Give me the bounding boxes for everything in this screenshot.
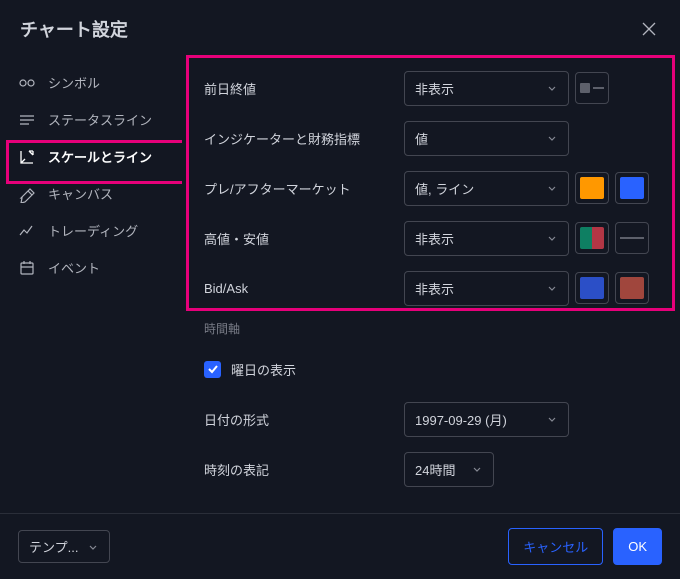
select-template[interactable]: テンプ... — [18, 530, 110, 563]
sidebar-item-label: シンボル — [48, 73, 100, 92]
chevron-down-icon — [546, 413, 558, 425]
row-dateformat: 日付の形式 1997-09-29 (月) — [204, 401, 662, 437]
sidebar-item-label: キャンバス — [48, 184, 113, 203]
check-icon — [207, 363, 219, 375]
sidebar-item-label: ステータスライン — [48, 110, 152, 129]
footer-actions: キャンセル OK — [508, 528, 662, 565]
select-dateformat[interactable]: 1997-09-29 (月) — [404, 402, 569, 437]
label-dateformat: 日付の形式 — [204, 410, 404, 429]
close-button[interactable] — [638, 18, 660, 40]
close-icon — [640, 20, 658, 38]
sidebar-item-trading[interactable]: トレーディング — [0, 212, 180, 249]
select-timeformat[interactable]: 24時間 — [404, 452, 494, 487]
symbol-icon — [18, 74, 36, 92]
chevron-down-icon — [87, 541, 99, 553]
sidebar: シンボル ステータスライン スケールとライン キャンバス トレーディング イベン… — [0, 56, 180, 513]
dialog-title: チャート設定 — [20, 16, 128, 42]
dialog-header: チャート設定 — [0, 0, 680, 56]
label-timeformat: 時刻の表記 — [204, 460, 404, 479]
sidebar-item-symbol[interactable]: シンボル — [0, 64, 180, 101]
sidebar-item-statusline[interactable]: ステータスライン — [0, 101, 180, 138]
ok-button[interactable]: OK — [613, 528, 662, 565]
row-dayofweek: 曜日の表示 — [204, 351, 662, 387]
chevron-down-icon — [471, 463, 483, 475]
highlight-sidebar-annotation — [6, 140, 182, 184]
dialog-footer: テンプ... キャンセル OK — [0, 513, 680, 579]
sidebar-item-events[interactable]: イベント — [0, 249, 180, 286]
canvas-icon — [18, 185, 36, 203]
statusline-icon — [18, 111, 36, 129]
sidebar-item-label: トレーディング — [48, 221, 138, 240]
sidebar-item-label: イベント — [48, 258, 100, 277]
label-dayofweek: 曜日の表示 — [231, 360, 296, 379]
highlight-main-annotation — [186, 55, 675, 311]
trading-icon — [18, 222, 36, 240]
section-heading-timeaxis: 時間軸 — [204, 320, 662, 337]
events-icon — [18, 259, 36, 277]
select-value: 1997-09-29 (月) — [415, 410, 507, 429]
select-value: 24時間 — [415, 460, 455, 479]
cancel-button[interactable]: キャンセル — [508, 528, 603, 565]
checkbox-dayofweek[interactable] — [204, 361, 221, 378]
select-value: テンプ... — [29, 537, 78, 556]
row-timeformat: 時刻の表記 24時間 — [204, 451, 662, 487]
